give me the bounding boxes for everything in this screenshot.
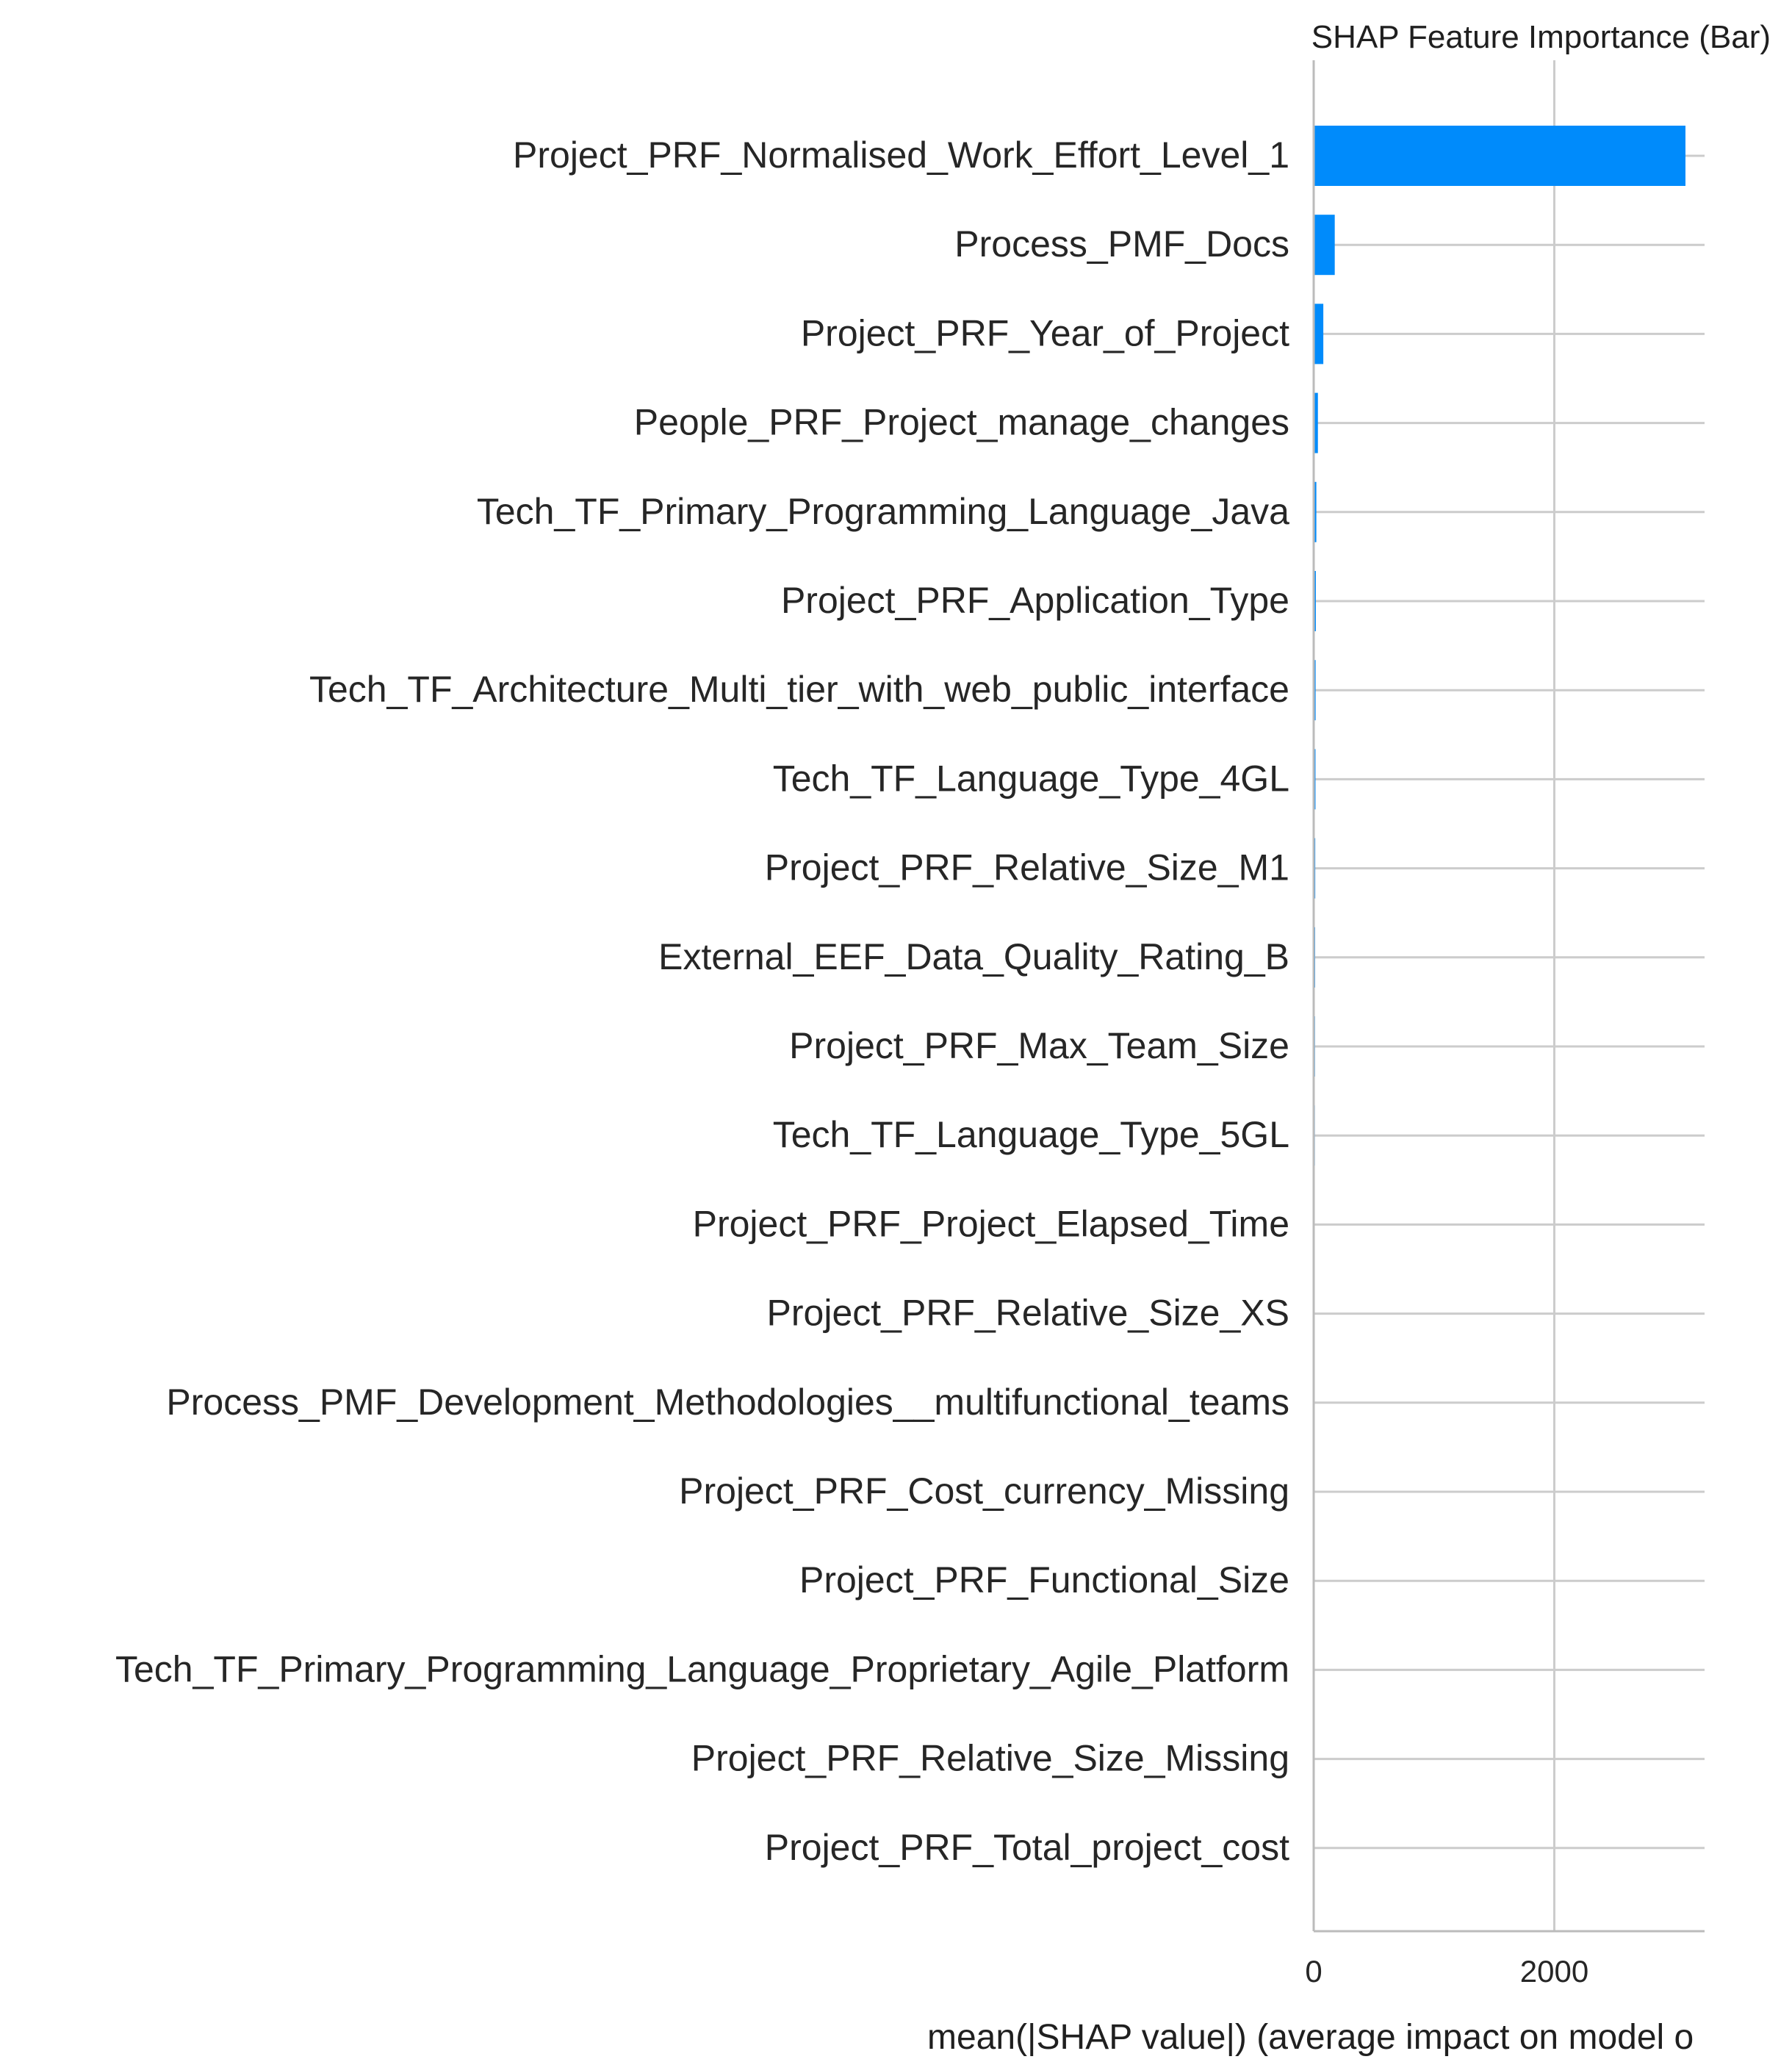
label-layer: Project_PRF_Normalised_Work_Effort_Level… <box>115 134 1588 1989</box>
x-tick-label: 2000 <box>1520 1954 1588 1989</box>
y-tick-label: Project_PRF_Normalised_Work_Effort_Level… <box>513 134 1289 176</box>
bar-layer <box>1314 126 1685 1878</box>
bar <box>1314 126 1685 186</box>
y-tick-label: Project_PRF_Functional_Size <box>799 1559 1289 1601</box>
y-tick-label: Process_PMF_Development_Methodologies__m… <box>166 1382 1289 1423</box>
y-tick-label: Project_PRF_Project_Elapsed_Time <box>693 1203 1289 1244</box>
y-tick-label: Process_PMF_Docs <box>954 223 1289 265</box>
y-tick-label: Project_PRF_Max_Team_Size <box>789 1025 1289 1066</box>
chart-svg: Project_PRF_Normalised_Work_Effort_Level… <box>115 19 1771 2057</box>
bar <box>1314 215 1335 276</box>
axis-layer <box>1312 60 1705 1933</box>
y-tick-label: Project_PRF_Application_Type <box>781 580 1289 621</box>
y-tick-label: Project_PRF_Cost_currency_Missing <box>679 1470 1289 1512</box>
y-tick-label: External_EEF_Data_Quality_Rating_B <box>658 936 1289 977</box>
y-tick-label: Tech_TF_Architecture_Multi_tier_with_web… <box>309 669 1289 710</box>
y-tick-label: Project_PRF_Relative_Size_Missing <box>691 1738 1289 1779</box>
y-tick-label: Tech_TF_Primary_Programming_Language_Pro… <box>115 1648 1289 1689</box>
y-tick-label: Project_PRF_Relative_Size_XS <box>767 1293 1289 1334</box>
y-tick-label: Project_PRF_Total_project_cost <box>765 1827 1289 1868</box>
y-tick-label: Tech_TF_Primary_Programming_Language_Jav… <box>477 491 1289 532</box>
grid-layer <box>1312 60 1705 1931</box>
y-tick-label: Project_PRF_Relative_Size_M1 <box>765 847 1289 888</box>
y-tick-label: People_PRF_Project_manage_changes <box>634 402 1289 443</box>
y-tick-label: Tech_TF_Language_Type_5GL <box>773 1114 1289 1155</box>
shap-bar-chart: Project_PRF_Normalised_Work_Effort_Level… <box>0 0 1792 2058</box>
x-axis-label: mean(|SHAP value|) (average impact on mo… <box>927 2018 1694 2057</box>
bar <box>1314 303 1324 364</box>
x-tick-label: 0 <box>1305 1954 1322 1989</box>
y-tick-label: Tech_TF_Language_Type_4GL <box>773 758 1289 799</box>
chart-title: SHAP Feature Importance (Bar) <box>1311 19 1771 55</box>
y-tick-label: Project_PRF_Year_of_Project <box>801 312 1289 353</box>
